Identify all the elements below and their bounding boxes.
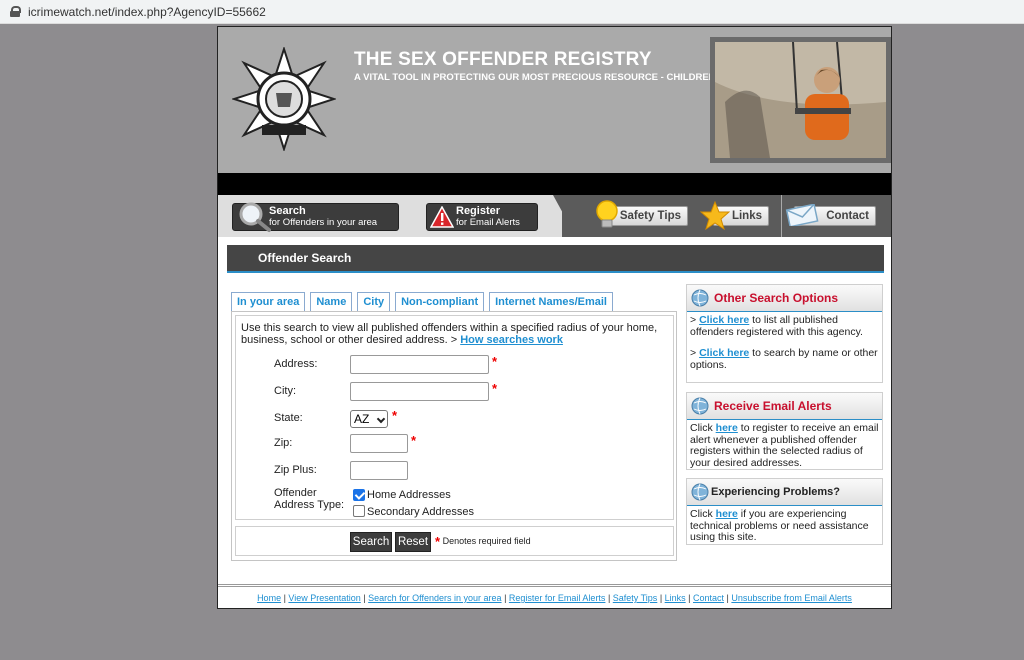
- nav-register-sublabel: for Email Alerts: [456, 217, 520, 228]
- zip-plus-label: Zip Plus:: [274, 464, 317, 476]
- nav-search-button[interactable]: Search for Offenders in your area: [232, 202, 399, 232]
- site-tagline: A VITAL TOOL IN PROTECTING OUR MOST PREC…: [354, 72, 716, 83]
- url-text[interactable]: icrimewatch.net/index.php?AgencyID=55662: [28, 5, 266, 19]
- nav-search-sublabel: for Offenders in your area: [269, 217, 378, 228]
- required-marker: *: [392, 408, 398, 423]
- envelope-icon: [785, 204, 819, 226]
- search-form: Use this search to view all published of…: [235, 315, 674, 520]
- problems-box: Experiencing Problems? Click here if you…: [686, 478, 883, 545]
- footer-link-home[interactable]: Home: [257, 593, 281, 603]
- required-marker: *: [492, 354, 498, 369]
- search-panel: Use this search to view all published of…: [231, 311, 677, 561]
- nav-contact-button[interactable]: Contact: [785, 204, 876, 226]
- city-label: City:: [274, 385, 296, 397]
- search-tabs: In your area Name City Non-compliant Int…: [231, 292, 618, 312]
- zip-label: Zip:: [274, 437, 293, 449]
- nav-register-label: Register: [456, 205, 501, 217]
- footer-link-safety-tips[interactable]: Safety Tips: [613, 593, 658, 603]
- lock-icon: [10, 6, 21, 17]
- globe-icon: [691, 397, 709, 415]
- star-icon: [700, 201, 730, 231]
- search-by-name-link[interactable]: Click here: [699, 347, 749, 359]
- nav-contact-label: Contact: [826, 210, 869, 222]
- globe-icon: [691, 483, 709, 501]
- list-all-offenders-link[interactable]: Click here: [699, 314, 749, 326]
- globe-icon: [691, 289, 709, 307]
- section-title: Offender Search: [227, 245, 884, 273]
- child-on-swing-photo: [710, 37, 891, 163]
- tab-name[interactable]: Name: [310, 292, 353, 311]
- tab-internet-names-email[interactable]: Internet Names/Email: [489, 292, 613, 311]
- chevron-down-icon: [376, 414, 386, 424]
- form-actions: Search Reset * Denotes required field: [235, 526, 674, 556]
- nav-register-button[interactable]: Register for Email Alerts: [426, 203, 538, 231]
- lightbulb-icon: [596, 200, 618, 228]
- nav-search-label: Search: [269, 205, 306, 217]
- required-marker: *: [411, 433, 417, 448]
- nav-links-button[interactable]: Links: [700, 201, 769, 231]
- secondary-addresses-checkbox[interactable]: [353, 505, 365, 517]
- home-addresses-checkbox[interactable]: [353, 489, 365, 501]
- state-label: State:: [274, 412, 303, 424]
- state-select[interactable]: AZ: [350, 410, 388, 428]
- required-marker: *: [492, 381, 498, 396]
- nav-safety-label: Safety Tips: [619, 210, 681, 222]
- other-search-options-title: Other Search Options: [687, 285, 882, 312]
- footer-link-unsubscribe[interactable]: Unsubscribe from Email Alerts: [731, 593, 852, 603]
- city-input[interactable]: [350, 382, 489, 401]
- email-alerts-box: Receive Email Alerts Click here to regis…: [686, 392, 883, 470]
- sheriff-badge-icon: [232, 47, 336, 151]
- footer-link-links[interactable]: Links: [665, 593, 686, 603]
- footer-link-search[interactable]: Search for Offenders in your area: [368, 593, 501, 603]
- address-label: Address:: [274, 358, 318, 370]
- zip-plus-input[interactable]: [350, 461, 408, 480]
- magnifier-icon: [239, 202, 271, 232]
- footer-link-register[interactable]: Register for Email Alerts: [509, 593, 606, 603]
- reset-button[interactable]: Reset: [395, 532, 431, 552]
- search-intro: Use this search to view all published of…: [241, 322, 658, 346]
- other-search-options-box: Other Search Options > Click here to lis…: [686, 284, 883, 383]
- site-title: THE SEX OFFENDER REGISTRY: [354, 49, 652, 70]
- main-nav: Search for Offenders in your area Regist…: [218, 195, 891, 237]
- nav-safety-tips-button[interactable]: Safety Tips: [596, 200, 688, 228]
- footer-links: Home | View Presentation | Search for Of…: [218, 584, 891, 608]
- address-input[interactable]: [350, 355, 489, 374]
- search-button[interactable]: Search: [350, 532, 392, 552]
- problems-help-link[interactable]: here: [716, 508, 738, 520]
- site-banner: THE SEX OFFENDER REGISTRY A VITAL TOOL I…: [218, 27, 891, 173]
- browser-address-bar[interactable]: icrimewatch.net/index.php?AgencyID=55662: [0, 0, 1024, 24]
- problems-title: Experiencing Problems?: [687, 479, 882, 506]
- tab-in-your-area[interactable]: In your area: [231, 292, 306, 312]
- tab-non-compliant[interactable]: Non-compliant: [395, 292, 485, 311]
- tab-city[interactable]: City: [357, 292, 391, 311]
- home-addresses-label: Home Addresses: [367, 489, 451, 501]
- address-type-label: Offender Address Type:: [274, 487, 345, 511]
- page-container: THE SEX OFFENDER REGISTRY A VITAL TOOL I…: [217, 26, 892, 609]
- email-alerts-title: Receive Email Alerts: [687, 393, 882, 420]
- banner-divider: [218, 173, 891, 195]
- nav-links-label: Links: [731, 210, 762, 222]
- how-searches-work-link[interactable]: How searches work: [460, 334, 563, 346]
- footer-link-contact[interactable]: Contact: [693, 593, 724, 603]
- register-alerts-link[interactable]: here: [716, 422, 738, 434]
- warning-icon: [430, 206, 454, 228]
- required-note: * Denotes required field: [435, 534, 531, 549]
- zip-input[interactable]: [350, 434, 408, 453]
- secondary-addresses-label: Secondary Addresses: [367, 506, 475, 518]
- footer-link-view-presentation[interactable]: View Presentation: [288, 593, 360, 603]
